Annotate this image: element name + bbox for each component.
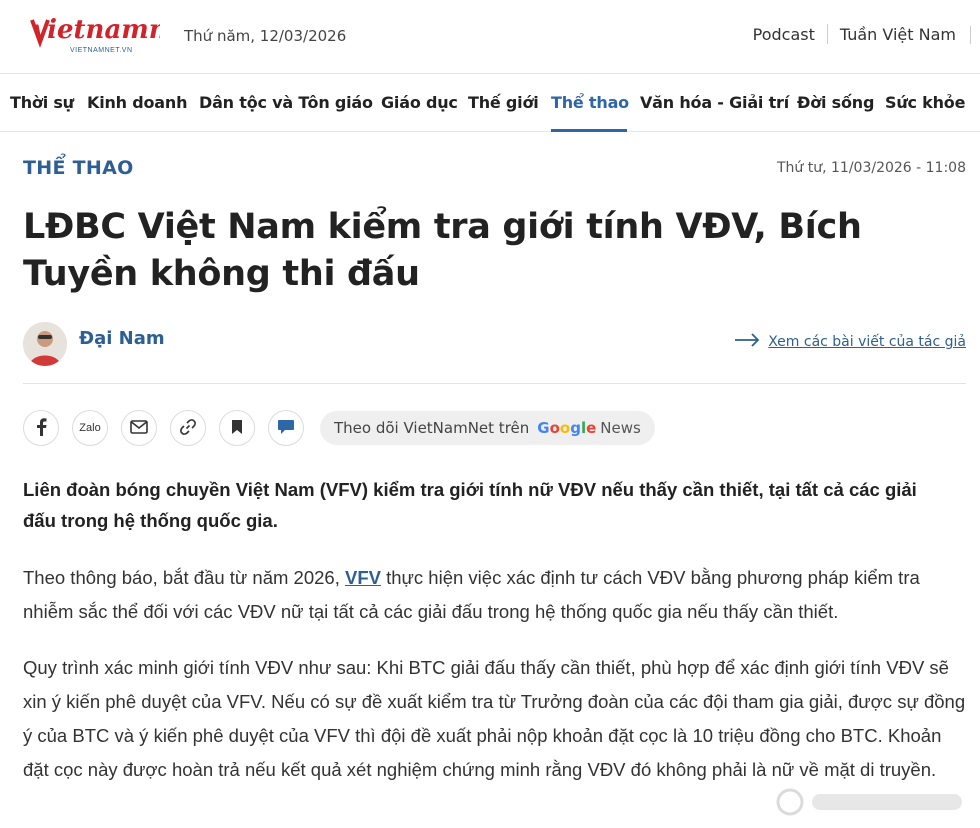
site-logo[interactable]: vietnamnet VIETNAMNET.VN [30, 8, 160, 58]
comment-icon [277, 419, 295, 438]
nav-item-thoi-su[interactable]: Thời sự [10, 93, 74, 112]
top-links: Podcast Tuần Việt Nam [753, 24, 980, 44]
link-icon [179, 418, 197, 439]
nav-item-the-thao[interactable]: Thể thao [551, 93, 629, 112]
zalo-share-button[interactable]: Zalo [72, 410, 108, 446]
tuan-viet-nam-link[interactable]: Tuần Việt Nam [840, 25, 956, 44]
vfv-link[interactable]: VFV [345, 567, 381, 588]
watermark [772, 784, 972, 820]
active-tab-indicator [551, 129, 627, 132]
article-paragraph: Theo thông báo, bắt đầu từ năm 2026, VFV… [23, 561, 968, 629]
main-nav: Thời sự Kinh doanh Dân tộc và Tôn giáo G… [0, 74, 980, 132]
share-toolbar: Zalo Theo dõi VietNamNet trên Google New… [23, 410, 655, 446]
nav-item-suc-khoe[interactable]: Sức khỏe [885, 93, 965, 112]
nav-item-van-hoa-giai-tri[interactable]: Văn hóa - Giải trí [640, 93, 789, 112]
author-avatar[interactable] [23, 322, 67, 366]
mail-share-button[interactable] [121, 410, 157, 446]
more-icon[interactable] [968, 24, 980, 44]
article-category[interactable]: THỂ THAO [23, 157, 134, 179]
top-header: vietnamnet VIETNAMNET.VN Thứ năm, 12/03/… [0, 0, 980, 74]
follow-label: Theo dõi VietNamNet trên [334, 419, 530, 437]
facebook-icon [35, 417, 47, 439]
current-date: Thứ năm, 12/03/2026 [184, 27, 347, 45]
podcast-link[interactable]: Podcast [753, 25, 815, 44]
nav-item-the-gioi[interactable]: Thế giới [468, 93, 539, 112]
nav-item-kinh-doanh[interactable]: Kinh doanh [87, 93, 187, 112]
author-articles-label: Xem các bài viết của tác giả [768, 334, 966, 350]
follow-google-news-button[interactable]: Theo dõi VietNamNet trên Google News [320, 411, 655, 445]
article-lead: Liên đoàn bóng chuyền Việt Nam (VFV) kiể… [23, 479, 917, 531]
paragraph-text: Theo thông báo, bắt đầu từ năm 2026, [23, 567, 345, 588]
google-logo: Google [537, 419, 597, 437]
mail-icon [130, 419, 148, 437]
bookmark-button[interactable] [219, 410, 255, 446]
nav-item-giao-duc[interactable]: Giáo dục [381, 93, 458, 112]
arrow-right-icon [734, 333, 760, 351]
publish-date: Thứ tư, 11/03/2026 - 11:08 [777, 160, 966, 176]
svg-text:VIETNAMNET.VN: VIETNAMNET.VN [70, 47, 133, 54]
nav-item-doi-song[interactable]: Đời sống [797, 93, 874, 112]
facebook-share-button[interactable] [23, 410, 59, 446]
zalo-icon: Zalo [79, 422, 101, 434]
author-articles-link[interactable]: Xem các bài viết của tác giả [734, 333, 966, 351]
comment-button[interactable] [268, 410, 304, 446]
svg-text:vietnamnet: vietnamnet [32, 15, 160, 45]
news-label: News [600, 419, 641, 437]
author-row: Đại Nam Xem các bài viết của tác giả [23, 320, 966, 384]
article-paragraph: Quy trình xác minh giới tính VĐV như sau… [23, 657, 966, 780]
nav-item-dan-toc-ton-giao[interactable]: Dân tộc và Tôn giáo [199, 93, 373, 112]
bookmark-icon [231, 419, 243, 438]
author-name[interactable]: Đại Nam [79, 328, 165, 349]
article-title: LĐBC Việt Nam kiểm tra giới tính VĐV, Bí… [23, 207, 862, 294]
divider [826, 24, 828, 44]
copy-link-button[interactable] [170, 410, 206, 446]
